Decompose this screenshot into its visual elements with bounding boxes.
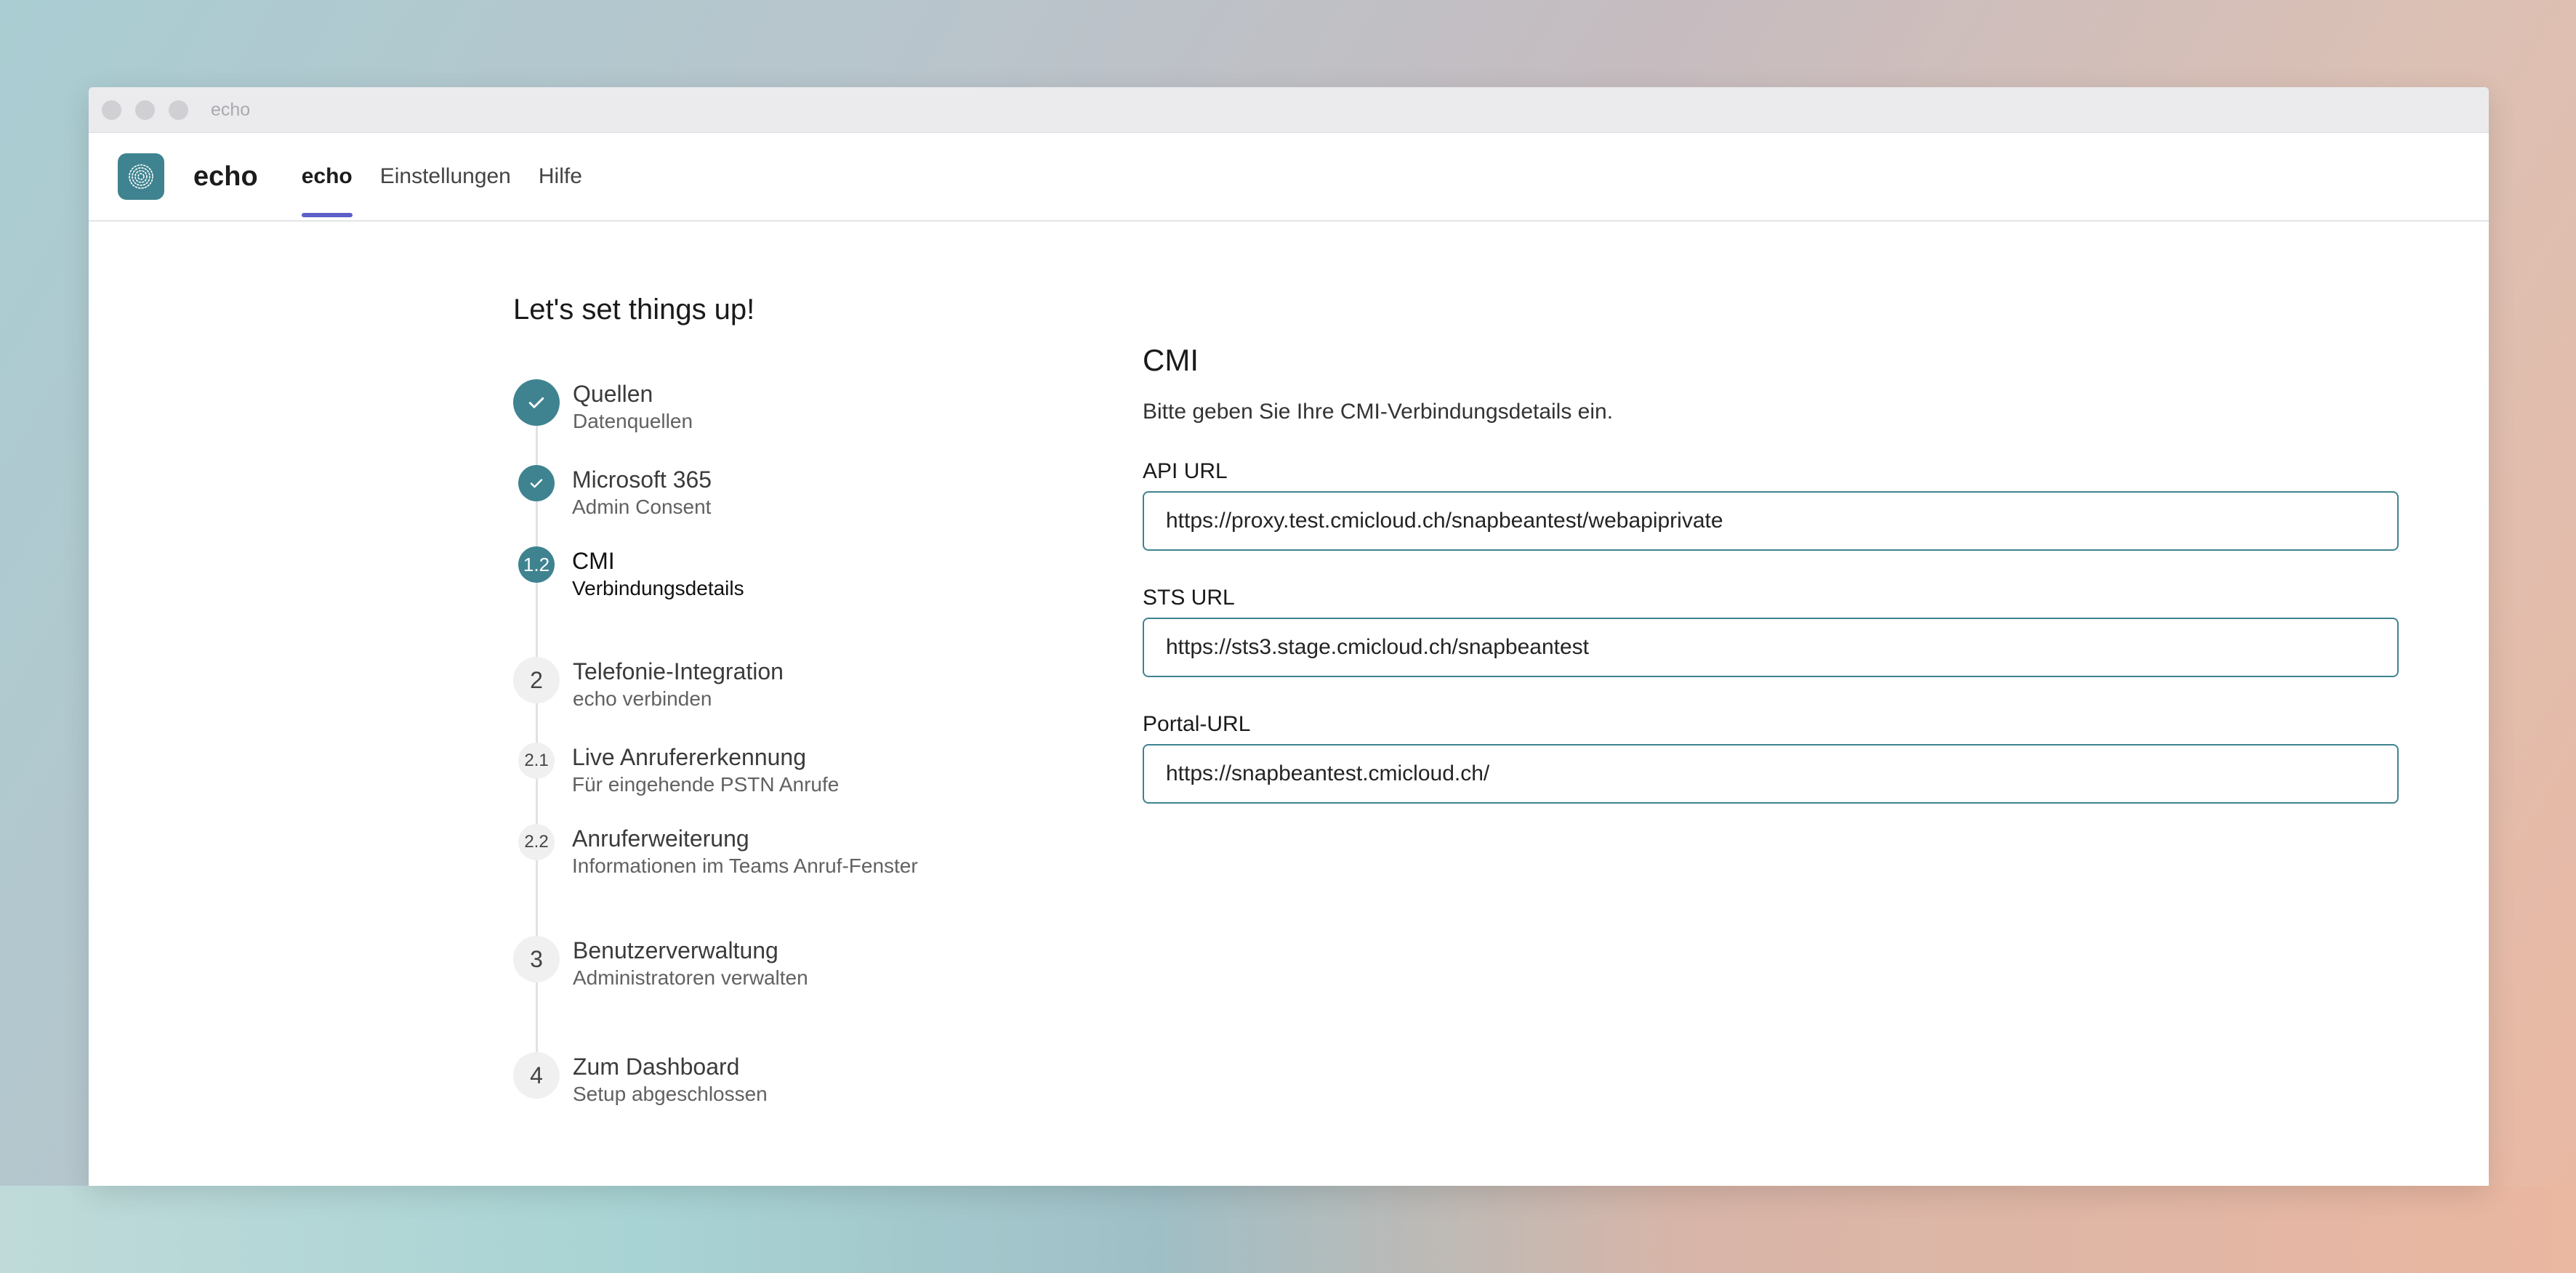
step-badge: 2.2 xyxy=(518,824,555,860)
sts-url-input[interactable] xyxy=(1143,618,2399,677)
portal-url-input[interactable] xyxy=(1143,744,2399,804)
api-url-field: API URL xyxy=(1143,459,2407,551)
step-subtitle: Verbindungsdetails xyxy=(572,577,744,599)
background-gradient xyxy=(0,1186,2576,1273)
portal-url-field: Portal-URL xyxy=(1143,712,2407,804)
close-window-button[interactable] xyxy=(102,100,121,120)
step-live-anrufererkennung[interactable]: 2.1 Live Anrufererkennung Für eingehende… xyxy=(513,743,839,798)
minimize-window-button[interactable] xyxy=(135,100,155,120)
cmi-form-panel: CMI Bitte geben Sie Ihre CMI-Verbindungs… xyxy=(1143,343,2407,804)
step-microsoft-365[interactable]: Microsoft 365 Admin Consent xyxy=(513,465,712,520)
main-content: Let's set things up! Quellen Datenquelle… xyxy=(89,219,2489,1186)
step-badge: 1.2 xyxy=(518,546,555,583)
step-subtitle: Administratoren verwalten xyxy=(573,966,808,989)
nav-tab-echo[interactable]: echo xyxy=(301,133,353,220)
nav-tab-hilfe[interactable]: Hilfe xyxy=(539,133,582,220)
step-badge: 4 xyxy=(513,1052,560,1099)
sts-url-field: STS URL xyxy=(1143,586,2407,677)
panel-description: Bitte geben Sie Ihre CMI-Verbindungsdeta… xyxy=(1143,400,1614,424)
step-title: CMI xyxy=(572,548,615,574)
check-icon xyxy=(513,379,560,426)
step-title: Microsoft 365 xyxy=(572,466,712,493)
step-title: Live Anrufererkennung xyxy=(572,744,806,770)
step-title: Zum Dashboard xyxy=(573,1054,740,1080)
setup-stepper: Quellen Datenquellen Microsoft 365 Admin… xyxy=(513,379,1066,1142)
panel-title: CMI xyxy=(1143,343,1199,377)
step-badge: 2.1 xyxy=(518,743,555,779)
main-nav: echo Einstellungen Hilfe xyxy=(301,133,610,220)
step-title: Quellen xyxy=(573,381,653,407)
step-title: Benutzerverwaltung xyxy=(573,937,778,963)
api-url-label: API URL xyxy=(1143,459,1228,483)
check-icon xyxy=(518,465,555,501)
step-subtitle: echo verbinden xyxy=(573,687,712,710)
step-title: Anruferweiterung xyxy=(572,825,749,852)
portal-url-label: Portal-URL xyxy=(1143,712,1251,736)
sts-url-label: STS URL xyxy=(1143,586,1235,610)
step-subtitle: Informationen im Teams Anruf-Fenster xyxy=(572,854,918,877)
step-subtitle: Admin Consent xyxy=(572,496,712,518)
step-telefonie-integration[interactable]: 2 Telefonie-Integration echo verbinden xyxy=(513,657,784,712)
step-zum-dashboard[interactable]: 4 Zum Dashboard Setup abgeschlossen xyxy=(513,1052,768,1107)
page-title: Let's set things up! xyxy=(513,294,755,326)
step-badge: 2 xyxy=(513,657,560,703)
app-header: echo echo Einstellungen Hilfe xyxy=(89,133,2489,222)
step-badge: 3 xyxy=(513,936,560,982)
step-subtitle: Für eingehende PSTN Anrufe xyxy=(572,773,840,796)
api-url-input[interactable] xyxy=(1143,491,2399,551)
nav-tab-einstellungen[interactable]: Einstellungen xyxy=(380,133,511,220)
app-brand: echo xyxy=(193,161,258,192)
step-title: Telefonie-Integration xyxy=(573,658,784,684)
maximize-window-button[interactable] xyxy=(169,100,188,120)
step-subtitle: Setup abgeschlossen xyxy=(573,1083,768,1105)
fingerprint-logo-icon[interactable] xyxy=(118,153,164,200)
app-window: echo echo echo Einstellungen Hilfe Let's… xyxy=(89,87,2489,1186)
step-anruferweiterung[interactable]: 2.2 Anruferweiterung Informationen im Te… xyxy=(513,824,918,879)
title-bar: echo xyxy=(89,87,2489,133)
step-subtitle: Datenquellen xyxy=(573,410,693,432)
step-benutzerverwaltung[interactable]: 3 Benutzerverwaltung Administratoren ver… xyxy=(513,936,808,991)
step-quellen[interactable]: Quellen Datenquellen xyxy=(513,379,693,435)
step-cmi[interactable]: 1.2 CMI Verbindungsdetails xyxy=(513,546,744,602)
window-title: echo xyxy=(211,99,251,120)
